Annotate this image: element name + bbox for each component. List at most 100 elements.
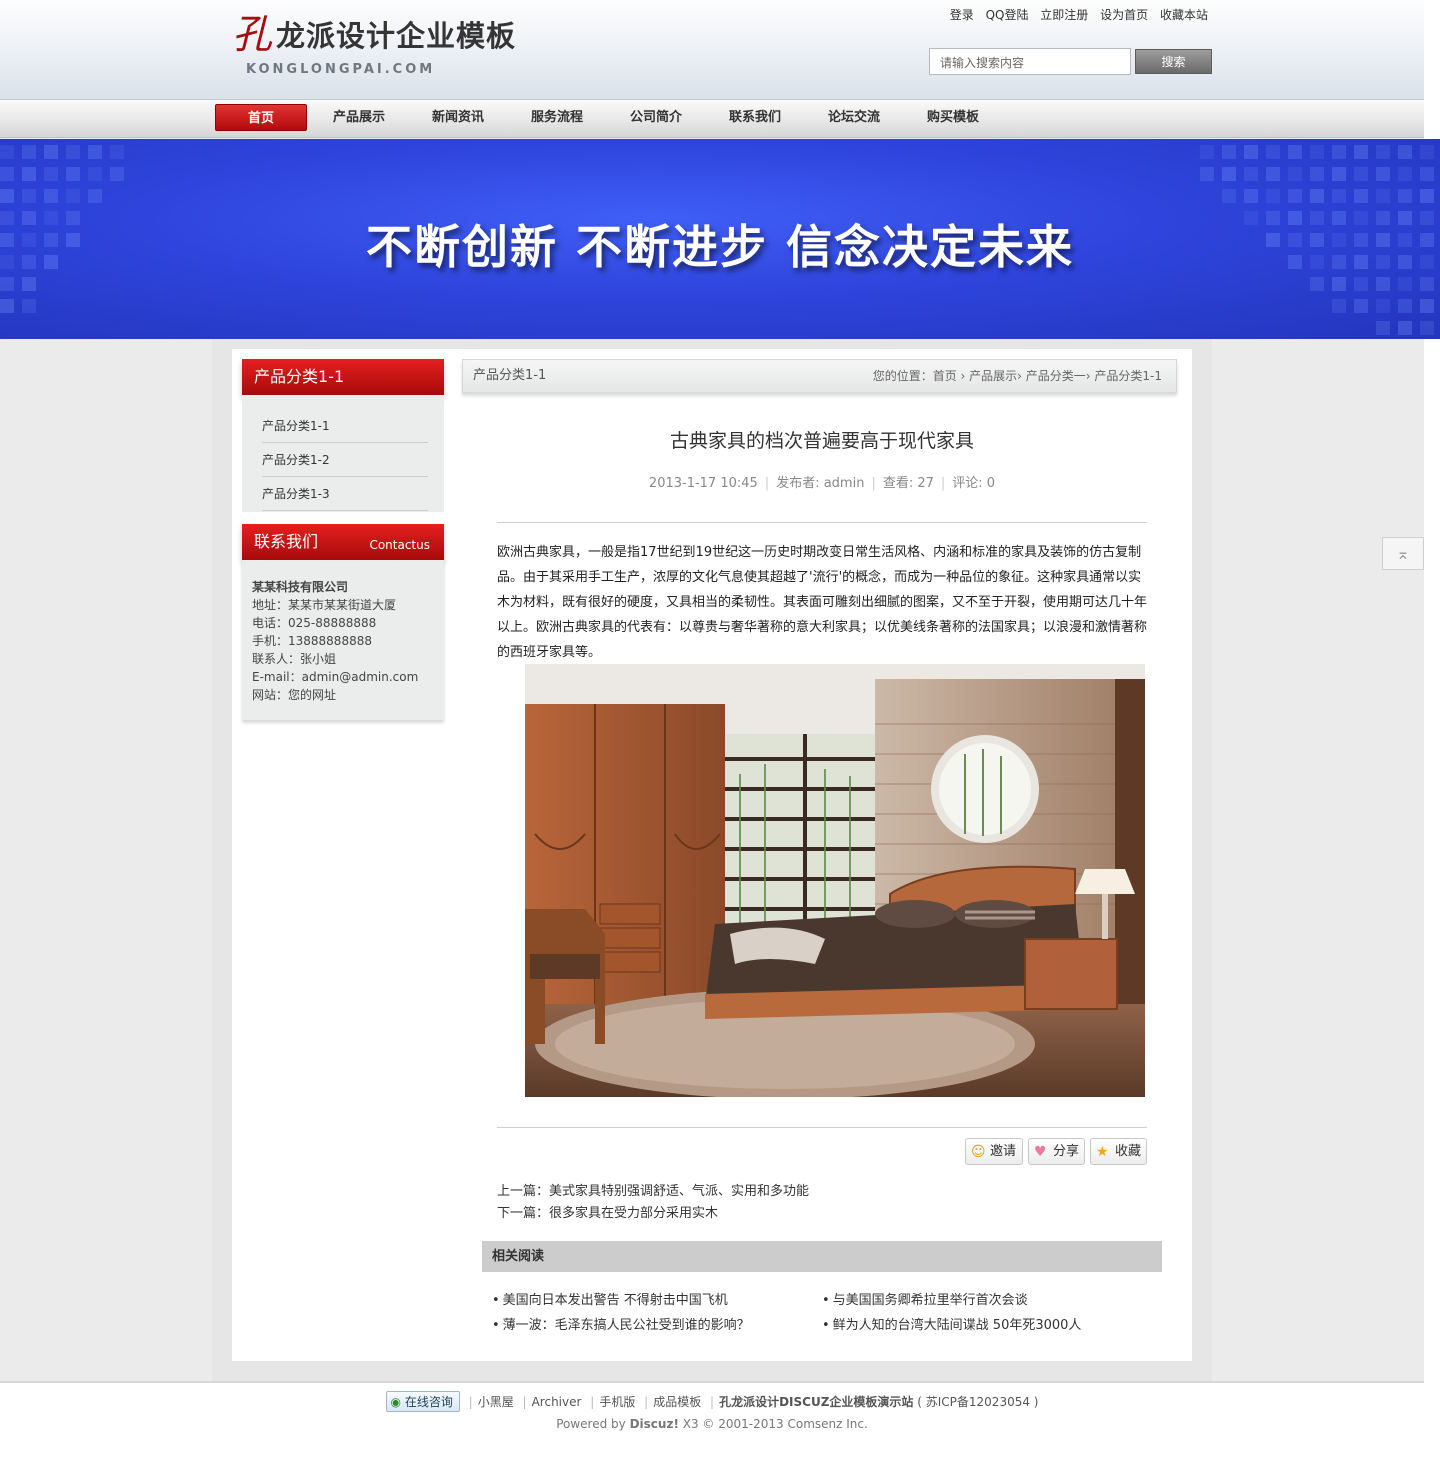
contact-phone: 电话：025-88888888 bbox=[252, 616, 377, 630]
banner-tile bbox=[1354, 299, 1368, 313]
site-logo[interactable]: 孔 龙派设计企业模板 KONGLONGPAI.COM bbox=[232, 12, 532, 82]
logo-mark: 孔 bbox=[232, 12, 272, 58]
related-item[interactable]: • 与美国国务卿希拉里举行首次会谈 bbox=[822, 1289, 1028, 1308]
nav-item-service[interactable]: 服务流程 bbox=[511, 104, 603, 131]
invite-button[interactable]: ☺ 邀请 bbox=[965, 1138, 1023, 1165]
category-item[interactable]: 产品分类1-1 bbox=[262, 409, 428, 443]
article-photo-bedroom bbox=[525, 664, 1145, 1097]
next-article-link[interactable]: 下一篇：很多家具在受力部分采用实木 bbox=[497, 1202, 718, 1221]
qq-login-link[interactable]: QQ登陆 bbox=[986, 8, 1029, 22]
back-to-top-button[interactable]: ⌅ bbox=[1382, 537, 1424, 570]
banner-tile bbox=[0, 277, 14, 291]
banner-tile bbox=[1398, 321, 1412, 335]
banner-tile bbox=[66, 189, 80, 203]
category-item[interactable]: 产品分类1-3 bbox=[262, 477, 428, 511]
heart-icon: ♥ bbox=[1034, 1144, 1047, 1160]
banner-tile bbox=[1310, 189, 1324, 203]
banner-tile bbox=[88, 145, 102, 159]
category-item[interactable]: 产品分类1-2 bbox=[262, 443, 428, 477]
article-comments: 评论: 0 bbox=[952, 476, 996, 491]
star-icon: ★ bbox=[1096, 1144, 1109, 1160]
banner-tile bbox=[1222, 189, 1236, 203]
nav-item-about[interactable]: 公司简介 bbox=[610, 104, 702, 131]
banner-tile bbox=[1354, 277, 1368, 291]
banner-slogan: 不断创新 不断进步 信念决定未来 bbox=[365, 220, 1075, 274]
nav-item-buy[interactable]: 购买模板 bbox=[907, 104, 999, 131]
banner-tile bbox=[1376, 299, 1390, 313]
banner-tile bbox=[22, 299, 36, 313]
banner-tile bbox=[1332, 277, 1346, 291]
banner-tile bbox=[1420, 299, 1434, 313]
footer-link[interactable]: Archiver bbox=[532, 1395, 582, 1409]
bookmark-link[interactable]: 收藏本站 bbox=[1160, 8, 1208, 22]
category-list: 产品分类1-1 产品分类1-2 产品分类1-3 bbox=[242, 395, 444, 512]
footer-link[interactable]: 手机版 bbox=[599, 1395, 635, 1409]
discuz-link[interactable]: Discuz! bbox=[630, 1417, 679, 1431]
article-author[interactable]: 发布者: admin bbox=[776, 476, 864, 491]
section-title: 产品分类1-1 bbox=[473, 368, 547, 383]
related-title: 相关阅读 bbox=[482, 1241, 1162, 1272]
banner-tile bbox=[1310, 145, 1324, 159]
logo-title: 龙派设计企业模板 bbox=[276, 19, 517, 53]
people-icon: ☺ bbox=[971, 1144, 986, 1160]
banner-tile bbox=[1398, 145, 1412, 159]
banner-tile bbox=[1288, 145, 1302, 159]
company-name: 某某科技有限公司 bbox=[252, 580, 349, 594]
favorite-button[interactable]: ★ 收藏 bbox=[1090, 1138, 1147, 1165]
powered-suffix: X3 © 2001-2013 Comsenz Inc. bbox=[682, 1417, 868, 1431]
online-consult-button[interactable]: ◉ 在线咨询 bbox=[385, 1391, 460, 1412]
banner-tile bbox=[1244, 145, 1258, 159]
related-item[interactable]: • 美国向日本发出警告 不得射击中国飞机 bbox=[492, 1289, 728, 1308]
banner-tile bbox=[1222, 145, 1236, 159]
banner-tile bbox=[1376, 189, 1390, 203]
banner-tile bbox=[1420, 189, 1434, 203]
banner-tile bbox=[0, 299, 14, 313]
category-title: 产品分类1-1 bbox=[242, 359, 444, 395]
related-item[interactable]: • 鲜为人知的台湾大陆间谍战 50年死3000人 bbox=[822, 1314, 1081, 1333]
nav-item-home[interactable]: 首页 bbox=[215, 104, 307, 131]
nav-item-products[interactable]: 产品展示 bbox=[313, 104, 405, 131]
banner-tile bbox=[1420, 145, 1434, 159]
login-link[interactable]: 登录 bbox=[950, 8, 974, 22]
banner-tile bbox=[1266, 167, 1280, 181]
search-button[interactable]: 搜索 bbox=[1135, 49, 1212, 74]
set-homepage-link[interactable]: 设为首页 bbox=[1100, 8, 1148, 22]
banner-tile bbox=[66, 145, 80, 159]
contact-email: E-mail：admin@admin.com bbox=[252, 670, 419, 684]
banner-tile bbox=[1420, 277, 1434, 291]
banner-tile bbox=[1266, 145, 1280, 159]
search-input[interactable]: 请输入搜索内容 bbox=[929, 48, 1131, 75]
footer-link[interactable]: 成品模板 bbox=[653, 1395, 701, 1409]
banner-tile bbox=[1244, 167, 1258, 181]
logo-subtitle: KONGLONGPAI.COM bbox=[246, 62, 436, 77]
footer-icp[interactable]: ( 苏ICP备12023054 ) bbox=[917, 1395, 1038, 1409]
article-views: 查看: 27 bbox=[882, 476, 934, 491]
banner-tile bbox=[22, 189, 36, 203]
footer-link[interactable]: 小黑屋 bbox=[478, 1395, 514, 1409]
footer-site-name[interactable]: 孔龙派设计DISCUZ企业模板演示站 bbox=[719, 1395, 913, 1409]
related-item[interactable]: • 薄一波：毛泽东搞人民公社受到谁的影响？ bbox=[492, 1314, 750, 1333]
banner-tile bbox=[1376, 321, 1390, 335]
contact-website: 网站：您的网址 bbox=[252, 688, 337, 702]
banner-tile bbox=[1332, 145, 1346, 159]
banner-tile bbox=[1376, 145, 1390, 159]
nav-item-news[interactable]: 新闻资讯 bbox=[412, 104, 504, 131]
share-button[interactable]: ♥ 分享 bbox=[1028, 1138, 1085, 1165]
banner-tile bbox=[0, 145, 14, 159]
prev-article-link[interactable]: 上一篇：美式家具特别强调舒适、气派、实用和多功能 bbox=[497, 1180, 809, 1199]
banner-tile bbox=[44, 167, 58, 181]
contact-address: 地址：某某市某某街道大厦 bbox=[252, 598, 397, 612]
banner-tile bbox=[1310, 277, 1324, 291]
breadcrumb-bar: 产品分类1-1 您的位置：首页 › 产品展示› 产品分类一› 产品分类1-1 bbox=[462, 359, 1177, 393]
article-title: 古典家具的档次普遍要高于现代家具 bbox=[669, 430, 974, 452]
arrow-up-icon: ⌅ bbox=[1396, 544, 1410, 563]
breadcrumb[interactable]: 您的位置：首页 › 产品展示› 产品分类一› 产品分类1-1 bbox=[873, 360, 1162, 392]
nav-item-contact[interactable]: 联系我们 bbox=[709, 104, 801, 131]
banner-tile bbox=[1310, 167, 1324, 181]
register-link[interactable]: 立即注册 bbox=[1040, 8, 1088, 22]
nav-item-forum[interactable]: 论坛交流 bbox=[808, 104, 900, 131]
banner-tile bbox=[1222, 167, 1236, 181]
divider bbox=[497, 522, 1147, 523]
banner-tile bbox=[1398, 299, 1412, 313]
banner-tile bbox=[1244, 189, 1258, 203]
